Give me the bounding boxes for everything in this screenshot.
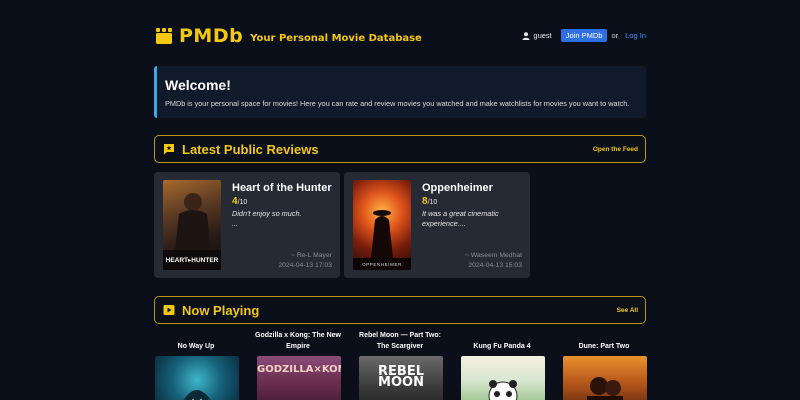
now-playing-item[interactable]: Godzilla x Kong: The New Empire GODZILLA… [253,330,343,400]
movie-poster: REBEL MOON [359,356,443,400]
user-icon [522,31,530,40]
now-playing-title[interactable]: Godzilla x Kong: The New Empire [253,330,343,352]
review-movie-title[interactable]: Heart of the Hunter [232,182,332,194]
site-tagline: Your Personal Movie Database [250,32,422,44]
welcome-banner: Welcome! PMDb is your personal space for… [154,66,646,118]
review-date: 2024-04-13 17:03 [278,262,332,269]
site-header: PMDb Your Personal Movie Database guest … [155,24,646,48]
reviews-section-title: Latest Public Reviews [182,141,319,157]
rating-max: /10 [237,199,248,206]
poster-art-panda [488,380,518,400]
see-all-link[interactable]: See All [617,307,638,314]
poster-title-text: GODZILLA×KONG [257,364,341,375]
now-playing-title[interactable]: Rebel Moon — Part Two: The Scargiver [355,330,445,352]
movie-poster: OPPENHEIMER [353,180,411,270]
review-excerpt: Didn't enjoy so much.... [232,209,332,229]
login-link[interactable]: Log In [625,31,646,40]
play-icon [163,305,175,315]
open-feed-link[interactable]: Open the Feed [593,146,638,153]
now-playing-item[interactable]: No Way Up [151,330,241,400]
review-excerpt-text: It was a great cinematic experience.... [422,209,499,228]
review-rating: 4/10 [232,196,247,207]
user-name: guest [533,31,552,40]
now-playing-title[interactable]: No Way Up [151,330,241,352]
review-icon [164,144,174,155]
clapperboard-icon [156,28,172,44]
review-excerpt: It was a great cinematic experience.... [422,209,522,229]
poster-title-text: REBEL MOON [378,364,424,390]
review-rating: 8/10 [422,196,437,207]
now-playing-item[interactable]: Dune: Part Two [559,330,649,400]
rating-max: /10 [427,199,438,206]
poster-art-figures [587,377,623,400]
poster-art-shark [183,390,211,400]
review-excerpt-more: ... [232,219,239,228]
movie-poster [461,356,545,400]
movie-poster [155,356,239,400]
now-playing-item[interactable]: Kung Fu Panda 4 [457,330,547,400]
poster-title-text: HEART▸HUNTER [165,257,219,264]
site-logo[interactable]: PMDb [179,25,243,47]
review-card[interactable]: OPPENHEIMER Oppenheimer 8/10 It was a gr… [344,172,530,278]
review-card[interactable]: HEART▸HUNTER Heart of the Hunter 4/10 Di… [154,172,340,278]
review-date: 2024-04-13 15:03 [468,262,522,269]
or-text: or [611,31,619,40]
now-playing-section-header: Now Playing See All [154,296,646,324]
user-area: guest Join PMDb or Log In [522,29,646,42]
now-playing-title[interactable]: Dune: Part Two [559,330,649,352]
now-playing-section-title: Now Playing [182,302,260,318]
movie-poster: GODZILLA×KONG [257,356,341,400]
poster-art-figure [353,210,411,270]
review-author: ~ Re-L Mayer [290,252,332,259]
poster-title-text: OPPENHEIMER [362,262,402,267]
reviews-section-header: Latest Public Reviews Open the Feed [154,135,646,163]
welcome-text: PMDb is your personal space for movies! … [165,99,630,108]
now-playing-item[interactable]: Rebel Moon — Part Two: The Scargiver REB… [355,330,445,400]
movie-poster: HEART▸HUNTER [163,180,221,270]
welcome-title: Welcome! [165,77,231,93]
movie-poster [563,356,647,400]
join-button[interactable]: Join PMDb [560,29,608,42]
review-author: ~ Waseem Medhat [465,252,522,259]
now-playing-title[interactable]: Kung Fu Panda 4 [457,330,547,352]
review-movie-title[interactable]: Oppenheimer [422,182,493,194]
review-excerpt-text: Didn't enjoy so much. [232,209,302,218]
